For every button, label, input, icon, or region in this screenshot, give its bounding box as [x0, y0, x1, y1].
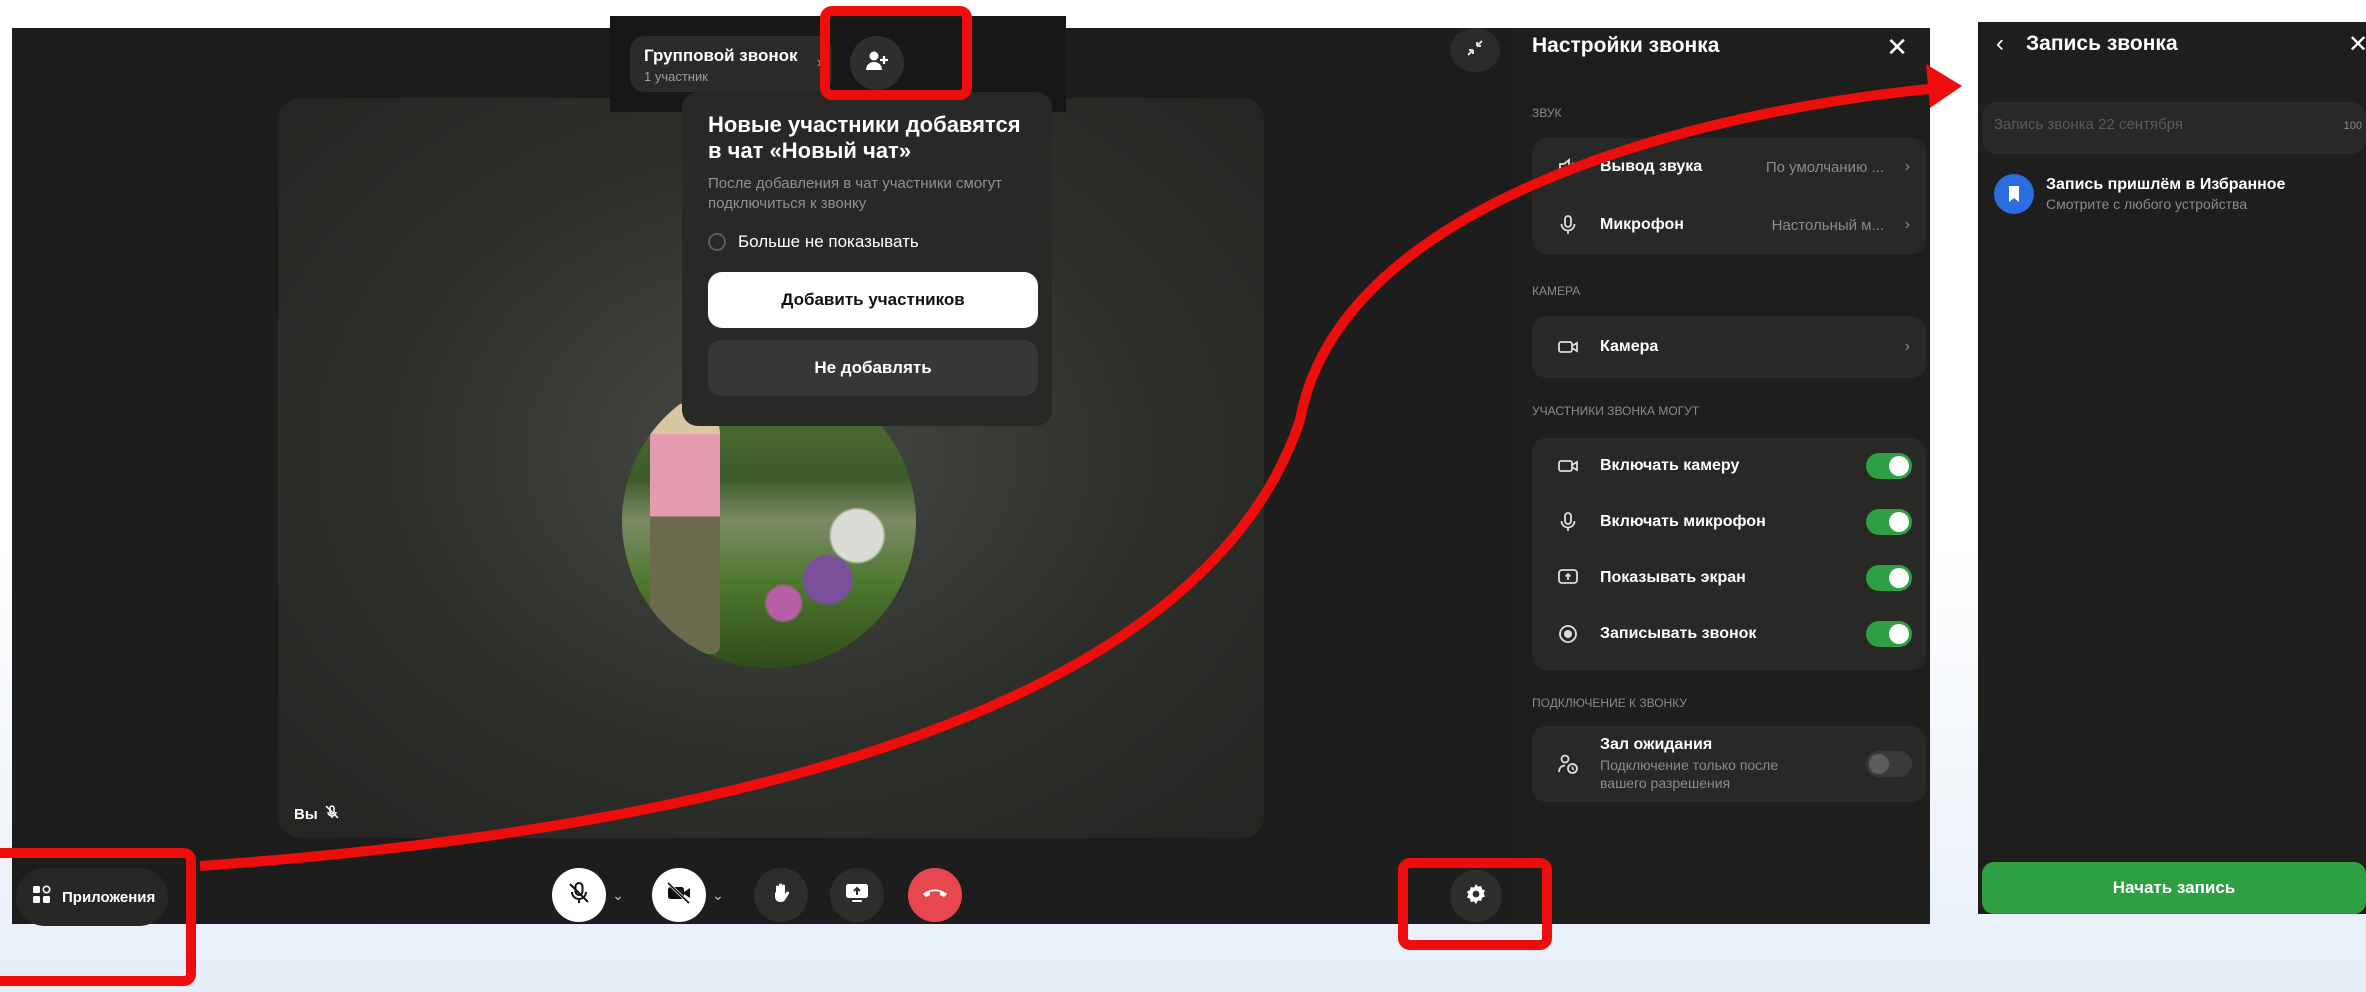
annotation-highlight-settings [1398, 858, 1552, 950]
annotation-highlight-add-participant [820, 6, 972, 100]
annotation-highlight-apps [0, 848, 196, 986]
annotation-arrow [199, 64, 1962, 871]
